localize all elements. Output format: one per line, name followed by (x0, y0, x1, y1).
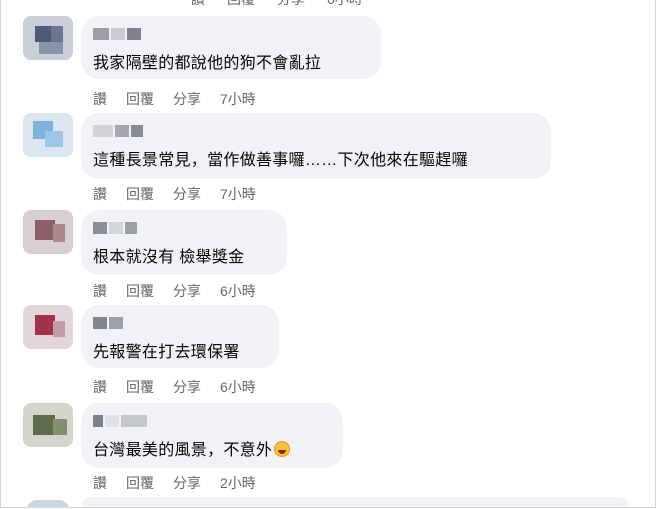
reply-action[interactable]: 回覆 (126, 281, 154, 301)
like-action[interactable]: 讚 (93, 377, 107, 397)
reply-action[interactable]: 回覆 (126, 184, 154, 204)
avatar[interactable] (27, 500, 69, 507)
comment-time[interactable]: 7小時 (220, 89, 256, 109)
avatar[interactable] (23, 16, 73, 60)
reply-action[interactable]: 回覆 (126, 473, 154, 493)
comment-time[interactable]: 7小時 (220, 184, 256, 204)
previous-comment-actions: 讚 回覆 分享 6小時 (191, 0, 385, 9)
comment-bubble: 根本就沒有 檢舉獎金 (81, 210, 287, 275)
author-name-blurred[interactable] (93, 28, 141, 40)
author-name-blurred[interactable] (93, 317, 123, 329)
like-action[interactable]: 讚 (191, 0, 205, 9)
comment-time[interactable]: 6小時 (220, 281, 256, 301)
avatar[interactable] (23, 210, 73, 254)
comment-time[interactable]: 6小時 (220, 377, 256, 397)
reply-action[interactable]: 回覆 (126, 89, 154, 109)
comment-bubble: 先報警在打去環保署 (81, 305, 279, 368)
comment-thread: 讚 回覆 分享 6小時 我家隔壁的都說他的狗不會亂拉 讚 回覆 分享 7小時 (0, 0, 656, 508)
share-action[interactable]: 分享 (173, 473, 201, 493)
avatar[interactable] (23, 305, 73, 349)
share-action[interactable]: 分享 (277, 0, 305, 9)
comment-actions: 讚 回覆 分享 7小時 (93, 89, 256, 109)
comment-bubble: 這種長景常見，當作做善事囉……下次他來在驅趕囉 (81, 113, 551, 179)
share-action[interactable]: 分享 (173, 89, 201, 109)
share-action[interactable]: 分享 (173, 184, 201, 204)
like-action[interactable]: 讚 (93, 473, 107, 493)
comment-bubble (81, 497, 629, 507)
like-action[interactable]: 讚 (93, 89, 107, 109)
reply-action[interactable]: 回覆 (227, 0, 255, 9)
like-action[interactable]: 讚 (93, 281, 107, 301)
comment-bubble: 台灣最美的風景，不意外 (81, 403, 343, 468)
like-action[interactable]: 讚 (93, 184, 107, 204)
avatar[interactable] (23, 113, 73, 157)
comment-actions: 讚 回覆 分享 2小時 (93, 473, 256, 493)
author-name-blurred[interactable] (93, 222, 137, 234)
comment-time[interactable]: 2小時 (220, 473, 256, 493)
comment-text: 先報警在打去環保署 (93, 344, 240, 361)
comment-actions: 讚 回覆 分享 6小時 (93, 377, 256, 397)
comment-text: 根本就沒有 檢舉獎金 (93, 249, 245, 266)
comment-actions: 讚 回覆 分享 6小時 (93, 281, 256, 301)
comment-bubble: 我家隔壁的都說他的狗不會亂拉 (81, 16, 381, 79)
comment-text: 台灣最美的風景，不意外 (93, 436, 291, 460)
comment-time[interactable]: 6小時 (327, 0, 363, 9)
author-name-blurred[interactable] (93, 125, 143, 137)
share-action[interactable]: 分享 (173, 281, 201, 301)
rolling-laughing-emoji (274, 441, 291, 457)
author-name-blurred[interactable] (93, 415, 147, 427)
comment-text: 這種長景常見，當作做善事囉……下次他來在驅趕囉 (93, 152, 468, 169)
comment-text: 我家隔壁的都說他的狗不會亂拉 (93, 55, 322, 72)
share-action[interactable]: 分享 (173, 377, 201, 397)
reply-action[interactable]: 回覆 (126, 377, 154, 397)
avatar[interactable] (23, 403, 73, 447)
comment-actions: 讚 回覆 分享 7小時 (93, 184, 256, 204)
